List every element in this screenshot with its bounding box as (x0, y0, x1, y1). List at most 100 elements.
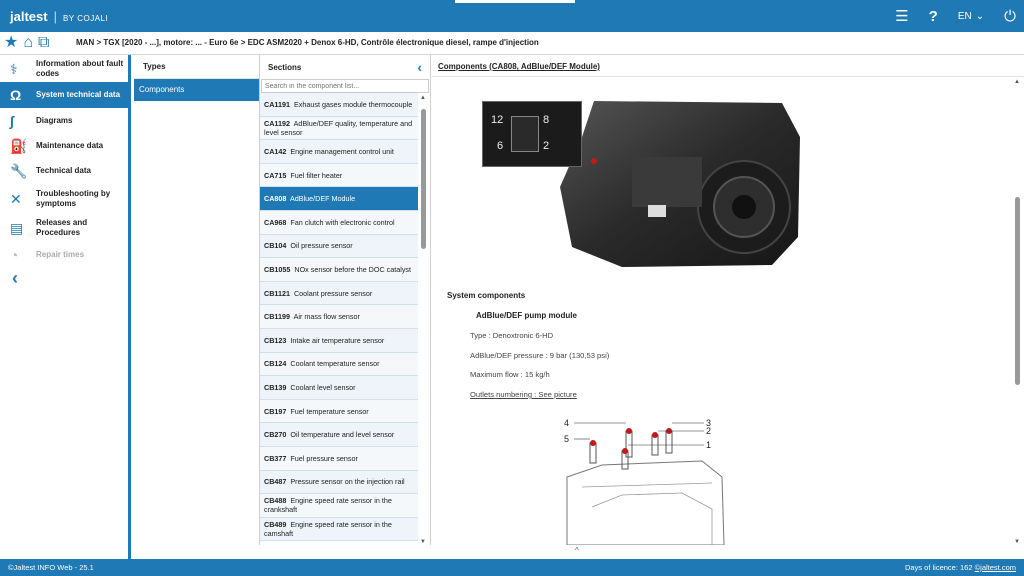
sections-header: Sections (268, 62, 302, 72)
power-icon[interactable]: ⏻ (1004, 8, 1016, 25)
sidebar-item-technical-data[interactable]: 🔧 Technical data (0, 158, 128, 184)
sidebar-item-label: Maintenance data (36, 141, 104, 150)
list-item[interactable]: CB123 Intake air temperature sensor (260, 328, 418, 353)
language-label: EN (957, 10, 972, 22)
sidebar-item-label: Troubleshooting by symptoms (36, 189, 111, 208)
home-icon[interactable]: ⌂ (23, 35, 33, 51)
sections-scrollbar[interactable]: ▲ ▼ (420, 95, 428, 545)
breadcrumb: MAN > TGX [2020 - ...], motore: ... - Eu… (76, 38, 539, 47)
diagram-icon: ∫ (10, 113, 14, 129)
content-scrollbar[interactable]: ▲ ▼ (1014, 79, 1022, 545)
footer: ©Jaltest INFO Web - 25.1 Days of licence… (0, 559, 1024, 576)
list-item[interactable]: CB197 Fuel temperature sensor (260, 399, 418, 424)
app-logo: jaltest | BY COJALI (10, 9, 109, 24)
scroll-up-icon[interactable]: ▲ (1014, 79, 1020, 85)
spec-type: Type : Denoxtronic 6-HD (470, 331, 554, 340)
licence-days: Days of licence: 162 (904, 563, 973, 572)
pin-label: 12 (491, 114, 504, 126)
module-title: AdBlue/DEF pump module (476, 311, 577, 320)
list-item[interactable]: CB1055 NOx sensor before the DOC catalys… (260, 258, 418, 282)
document-icon: ▤ (10, 220, 24, 236)
sections-header-bar: Sections ‹ (260, 55, 430, 79)
language-selector[interactable]: EN ⌄ (958, 11, 984, 22)
help-icon[interactable]: ? (929, 8, 938, 25)
sidebar-item-system-technical-data[interactable]: Ω System technical data (0, 82, 128, 108)
collapse-sidebar-chevron-icon[interactable]: ‹ (12, 268, 18, 289)
expand-up-chevron-icon[interactable]: ^ (575, 546, 579, 555)
sidebar-item-fault-codes[interactable]: ⚕ Information about fault codes (0, 55, 128, 82)
sidebar-item-troubleshooting[interactable]: ✕ Troubleshooting by symptoms (0, 184, 128, 214)
sidebar-item-label: Technical data (36, 166, 91, 175)
component-search-input[interactable] (261, 79, 429, 93)
list-item[interactable]: CB139 Coolant level sensor (260, 376, 418, 400)
list-item[interactable]: CB489 Engine speed rate sensor in the ca… (260, 517, 418, 542)
top-bar: jaltest | BY COJALI ☰ ? EN ⌄ ⏻ (0, 0, 1024, 32)
pin-label: 2 (543, 140, 550, 152)
outlet-label: 2 (706, 426, 711, 436)
pin-label: 6 (497, 140, 504, 152)
scroll-up-icon[interactable]: ▲ (420, 95, 426, 101)
list-menu-icon[interactable]: ☰ (895, 7, 908, 25)
list-item[interactable]: CB487 Pressure sensor on the injection r… (260, 470, 418, 495)
tools-icon: ✕ (10, 191, 22, 207)
list-item[interactable]: CB488 Engine speed rate sensor in the cr… (260, 494, 418, 518)
vehicle-search-icon[interactable]: ⧉ (38, 35, 49, 51)
scrollbar-thumb[interactable] (421, 109, 426, 249)
omega-icon: Ω (10, 87, 22, 103)
content-panel: Components (CA808, AdBlue/DEF Module) 12… (432, 55, 1024, 545)
types-header: Types (134, 55, 259, 79)
list-item[interactable]: CA715 Fuel filter heater (260, 163, 418, 188)
sidebar-item-label: Repair times (36, 250, 85, 259)
breadcrumb-icons: ★ ⌂ ⧉ (4, 35, 49, 51)
scroll-down-icon[interactable]: ▼ (1014, 539, 1020, 545)
logo-by: BY COJALI (62, 14, 109, 23)
footer-copyright: ©Jaltest INFO Web - 25.1 (8, 563, 94, 572)
outlet-label: 4 (564, 418, 569, 428)
favorite-star-icon[interactable]: ★ (4, 35, 18, 51)
sidebar-item-label: System technical data (36, 90, 121, 99)
list-item[interactable]: CA968 Fan clutch with electronic control (260, 210, 418, 235)
sidebar-item-label: Information about fault codes (36, 58, 124, 78)
content-title: Components (CA808, AdBlue/DEF Module) (438, 62, 600, 71)
divider (432, 76, 1024, 77)
oil-can-icon: ⛽ (10, 138, 28, 154)
scroll-down-icon[interactable]: ▼ (420, 539, 426, 545)
outlet-label: 1 (706, 440, 711, 450)
list-item[interactable]: CB1121 Coolant pressure sensor (260, 281, 418, 306)
sidebar-item-releases[interactable]: ▤ Releases and Procedures (0, 214, 128, 242)
type-item-components[interactable]: Components (134, 79, 259, 101)
spec-max-flow: Maximum flow : 15 kg/h (470, 370, 550, 379)
list-item[interactable]: CB124 Coolant temperature sensor (260, 352, 418, 377)
list-item[interactable]: CB1199 Air mass flow sensor (260, 305, 418, 329)
component-list: CA1191 Exhaust gases module thermocouple… (260, 93, 418, 545)
system-components-heading: System components (447, 291, 526, 300)
list-item[interactable]: CB104 Oil pressure sensor (260, 234, 418, 259)
sidebar-item-label: Diagrams (36, 116, 73, 125)
sections-column: Sections ‹ CA1191 Exhaust gases module t… (260, 55, 431, 545)
outlet-label: 5 (564, 434, 569, 444)
spec-pressure: AdBlue/DEF pressure : 9 bar (130,53 psi) (470, 351, 610, 360)
list-item[interactable]: CA1192 AdBlue/DEF quality, temperature a… (260, 116, 418, 141)
sidebar-item-label: Releases and Procedures (36, 218, 88, 237)
wrench-icon: 🔧 (10, 163, 28, 179)
top-actions: ☰ ? EN ⌄ ⏻ (895, 0, 1016, 32)
list-item-selected[interactable]: CA808 AdBlue/DEF Module (260, 187, 418, 211)
chevron-left-icon[interactable]: ‹ (417, 59, 422, 75)
chevron-down-icon: ⌄ (975, 10, 985, 22)
site-link[interactable]: ©jaltest.com (975, 563, 1016, 572)
sidebar-item-diagrams[interactable]: ∫ Diagrams (0, 108, 128, 134)
list-item[interactable]: CB377 Fuel pressure sensor (260, 446, 418, 471)
spec-outlets-link[interactable]: Outlets numbering : See picture (470, 390, 577, 399)
sidebar-item-maintenance-data[interactable]: ⛽ Maintenance data (0, 134, 128, 158)
types-column: Types Components (134, 55, 260, 545)
logo-text: jaltest (10, 9, 48, 24)
footer-right: Days of licence: 162 ©jaltest.com (905, 563, 1016, 572)
scrollbar-thumb[interactable] (1015, 197, 1020, 385)
pin-label: 8 (543, 114, 550, 126)
list-item[interactable]: CA142 Engine management control unit (260, 140, 418, 164)
top-accent-bar (455, 0, 575, 3)
stethoscope-icon: ⚕ (10, 60, 18, 77)
list-item[interactable]: CB270 Oil temperature and level sensor (260, 423, 418, 447)
connector-socket (511, 116, 539, 152)
list-item[interactable]: CA1191 Exhaust gases module thermocouple (260, 93, 418, 117)
